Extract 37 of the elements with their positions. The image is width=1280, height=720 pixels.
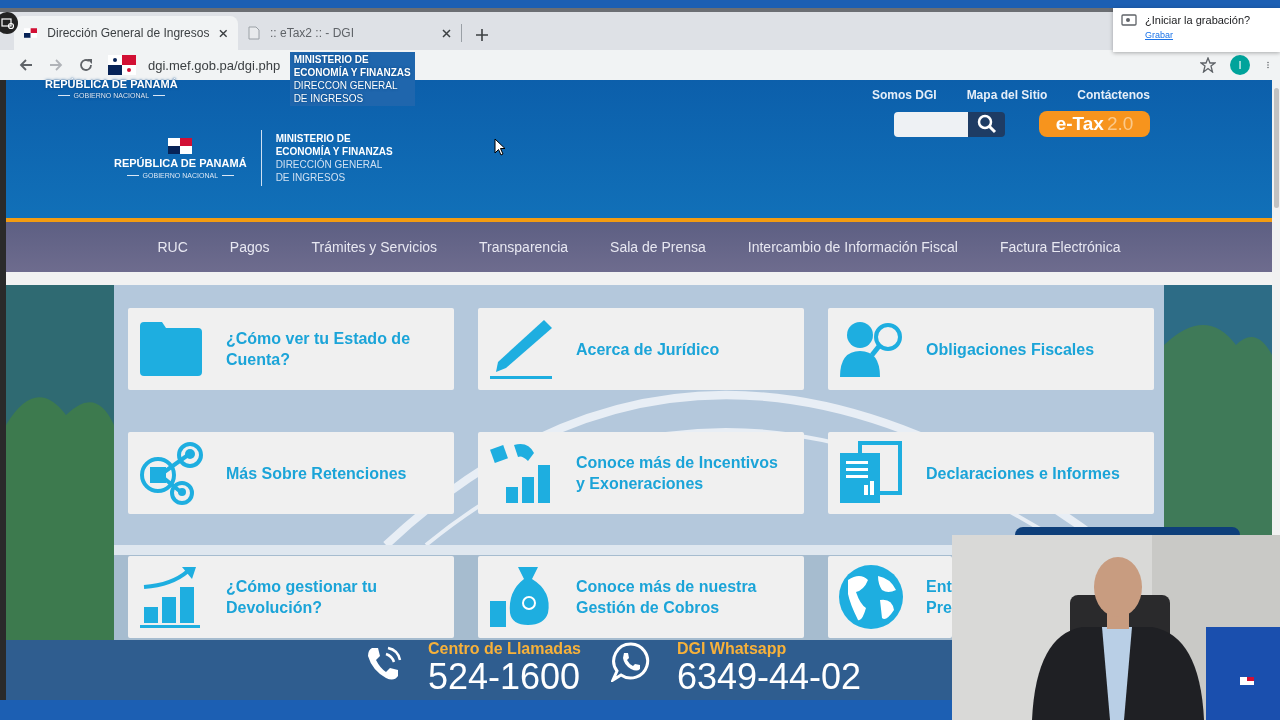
page-icon xyxy=(248,26,260,40)
close-icon[interactable] xyxy=(219,28,228,38)
nav-link[interactable]: Intercambio de Información Fiscal xyxy=(747,239,958,255)
header-link[interactable]: Contáctenos xyxy=(1077,88,1150,102)
flag-icon xyxy=(168,137,193,154)
back-icon[interactable] xyxy=(18,57,34,73)
new-tab-icon[interactable] xyxy=(476,29,488,41)
search-icon xyxy=(976,114,997,134)
nav-link[interactable]: Transparencia xyxy=(479,239,569,255)
star-icon[interactable] xyxy=(1200,57,1216,73)
ministry-name: MINISTERIO DE ECONOMÍA Y FINANZAS DIRECCON GENERAL DE INGRESOS xyxy=(289,52,415,106)
reload-icon[interactable] xyxy=(78,57,94,73)
popup-title: ¿Iniciar la grabación? xyxy=(1145,14,1251,26)
address-bar[interactable]: dgi.mef.gob.pa/dgi.php xyxy=(148,57,281,73)
logo-title: REPÚBLICA DE PANAMÁ xyxy=(45,78,178,90)
recorder-icon[interactable] xyxy=(0,12,18,34)
search-button[interactable] xyxy=(968,111,1005,137)
close-icon[interactable] xyxy=(442,28,451,38)
flag-icon xyxy=(108,55,136,75)
nav-link[interactable]: RUC xyxy=(157,239,188,255)
browser-tab[interactable]: Dirección General de Ingresos xyxy=(14,16,238,50)
record-link[interactable]: Grabar xyxy=(1145,30,1251,40)
nav-link[interactable]: Pagos xyxy=(229,239,270,255)
header-link[interactable]: Somos DGI xyxy=(871,88,937,102)
search-field[interactable] xyxy=(894,111,1005,137)
ministry-name: MINISTERIO DE ECONOMÍA Y FINANZAS DIRECCIÓN GENERAL DE INGRESOS xyxy=(275,132,393,184)
nav-link[interactable]: Sala de Prensa xyxy=(610,239,706,255)
header-link[interactable]: Mapa del Sitio xyxy=(966,88,1048,102)
browser-tab[interactable]: :: eTax2 :: - DGI xyxy=(238,24,462,42)
profile-avatar[interactable]: I xyxy=(1230,55,1250,75)
scrollbar-thumb[interactable] xyxy=(1273,88,1279,208)
nav-link[interactable]: Trámites y Servicios xyxy=(311,239,438,255)
nav-link[interactable]: Factura Electrónica xyxy=(999,239,1121,255)
camera-icon xyxy=(1121,14,1137,26)
logo-title: REPÚBLICA DE PANAMÁ xyxy=(114,156,247,169)
flag-icon xyxy=(24,28,38,38)
cursor-icon xyxy=(494,138,506,156)
